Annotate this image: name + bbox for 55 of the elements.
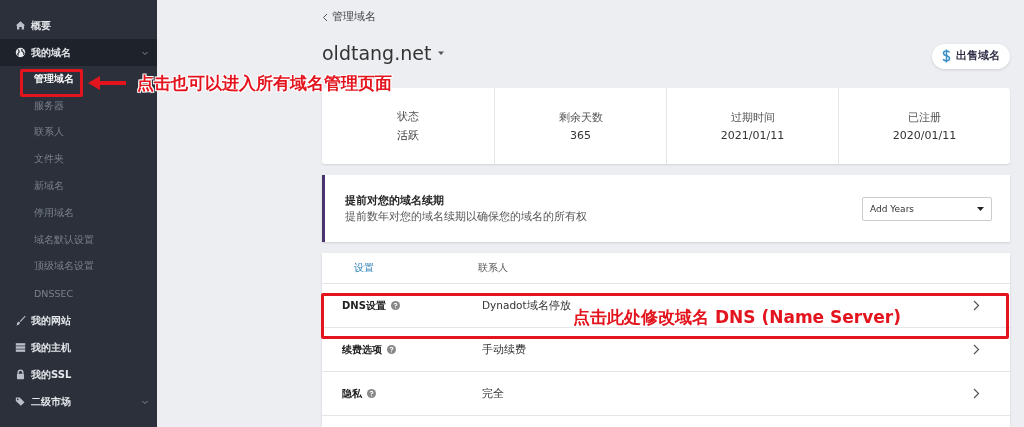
domain-dropdown[interactable]: oldtang.net	[322, 42, 446, 64]
sidebar-item[interactable]: 概要	[0, 12, 157, 39]
sidebar-item[interactable]: 我的主机	[0, 334, 157, 362]
sidebar-subitem[interactable]: 域名默认设置	[34, 233, 94, 247]
setting-label: 续费选项	[342, 342, 382, 357]
tab[interactable]: 设置	[344, 261, 384, 275]
settings-row[interactable]: 隐私 完全	[322, 372, 1010, 416]
add-years-select[interactable]: Add Years	[862, 196, 992, 221]
brush-icon	[15, 315, 26, 327]
renewal-description: 提前数年对您的域名续期以确保您的域名的所有权	[345, 209, 587, 224]
setting-label: DNS设置	[342, 298, 386, 313]
server-icon	[15, 342, 26, 354]
setting-value: 完全	[482, 386, 505, 401]
arrow-icon	[88, 76, 126, 90]
stat-value: 365	[570, 128, 591, 142]
sidebar-item[interactable]: 二级市场	[0, 388, 157, 416]
sidebar-subitem[interactable]: 停用域名	[34, 206, 74, 220]
stat-label: 已注册	[908, 110, 941, 125]
tag-icon	[15, 396, 26, 408]
sell-domain-button[interactable]: 出售域名	[932, 43, 1010, 69]
highlight-box	[20, 69, 83, 97]
sidebar-item[interactable]: 我的网站	[0, 307, 157, 335]
caret-icon	[977, 206, 984, 211]
chevron-right-icon[interactable]	[973, 300, 980, 311]
annotation-text: 点击此处修改域名 DNS (Name Server)	[573, 306, 901, 329]
help-icon[interactable]	[367, 389, 376, 398]
stat-value: 2021/01/11	[720, 128, 785, 142]
chevron-right-icon[interactable]	[973, 388, 980, 399]
renewal-title: 提前对您的域名续期	[345, 193, 445, 208]
home-icon	[15, 20, 26, 31]
lock-icon	[15, 369, 26, 381]
globe-icon	[15, 47, 26, 58]
sidebar-item[interactable]: 我的SSL	[0, 361, 157, 389]
dollar-icon	[942, 49, 951, 63]
chevron-right-icon[interactable]	[973, 344, 980, 355]
sidebar-subitem[interactable]: 顶级域名设置	[34, 260, 94, 274]
tab[interactable]: 联系人	[468, 261, 518, 275]
sidebar-subitem[interactable]: 新域名	[34, 180, 64, 194]
caret-icon	[437, 50, 446, 56]
chevron-left-icon	[322, 12, 328, 22]
stat-value: 活跃	[397, 127, 419, 143]
sidebar-subitem[interactable]: 服务器	[34, 99, 64, 113]
back-link[interactable]: 管理域名	[322, 8, 376, 26]
setting-value: Dynadot域名停放	[482, 298, 572, 313]
help-icon[interactable]	[387, 345, 396, 354]
stat-value: 2020/01/11	[892, 128, 957, 142]
sidebar-subitem[interactable]: 管理域名	[34, 72, 74, 86]
stat-label: 过期时间	[730, 110, 775, 125]
settings-row[interactable]: 续费选项 手动续费	[322, 328, 1010, 372]
setting-value: 手动续费	[482, 342, 527, 357]
help-icon[interactable]	[390, 301, 400, 310]
stat-label: 状态	[397, 109, 419, 124]
stat-label: 剩余天数	[558, 110, 603, 125]
sidebar-item[interactable]: 我的域名	[0, 39, 157, 66]
setting-label: 隐私	[342, 386, 362, 401]
